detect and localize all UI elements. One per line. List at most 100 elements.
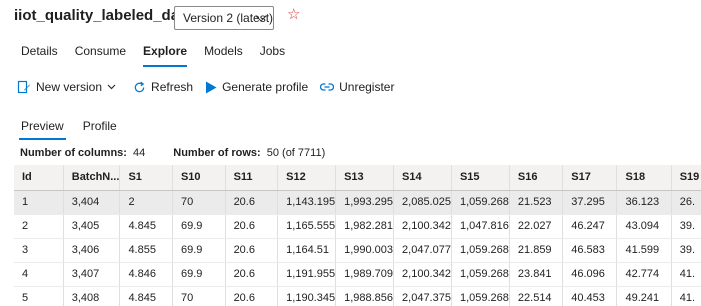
- table-cell: 4.855: [119, 238, 173, 263]
- table-cell: 1,191.955: [277, 262, 336, 287]
- unlink-icon: [320, 83, 335, 91]
- table-cell: 1,059.268: [450, 262, 510, 287]
- tab-details[interactable]: Details: [21, 44, 58, 64]
- tab-jobs[interactable]: Jobs: [260, 44, 285, 64]
- table-cell: 20.6: [224, 286, 278, 306]
- table-row[interactable]: 4 3,407 4.846 69.9 20.6 1,191.955 1,989.709 2,1…: [14, 262, 701, 287]
- new-version-button[interactable]: New version: [17, 80, 121, 94]
- generate-profile-label: Generate profile: [222, 80, 309, 94]
- table-cell: 1,164.51: [277, 238, 336, 263]
- row-count-label: Number of rows:: [173, 147, 261, 159]
- table-cell: 20.6: [224, 190, 278, 215]
- unregister-label: Unregister: [339, 80, 395, 94]
- column-header[interactable]: S15: [450, 165, 510, 191]
- unregister-button[interactable]: Unregister: [320, 80, 394, 94]
- generate-profile-button[interactable]: Generate profile: [205, 80, 308, 94]
- table-cell: 23.841: [508, 262, 563, 287]
- toolbar: New version Refresh Generate profile Unr…: [17, 80, 406, 94]
- table-row[interactable]: 2 3,405 4.845 69.9 20.6 1,165.555 1,982.281 2,1…: [14, 214, 701, 239]
- table-cell: 40.453: [562, 286, 617, 306]
- table-cell: 36.123: [616, 190, 672, 215]
- column-header[interactable]: S14: [393, 165, 452, 191]
- table-cell: 20.6: [224, 238, 278, 263]
- table-cell: 26.: [670, 190, 701, 215]
- table-header-row: Id BatchN... S1 S10 S11 S12 S13 S14 S15 S16 S17 S18…: [14, 165, 701, 191]
- table-cell: 2,047.077: [393, 238, 452, 263]
- column-header[interactable]: S18: [616, 165, 672, 191]
- star-icon[interactable]: ☆: [287, 6, 300, 24]
- table-cell: 3,404: [62, 190, 120, 215]
- table-cell: 1,059.268: [450, 238, 510, 263]
- table-cell: 3,405: [62, 214, 120, 239]
- table-cell: 4.846: [119, 262, 173, 287]
- table-cell: 1: [14, 190, 64, 215]
- table-cell: 1,190.345: [277, 286, 336, 306]
- table-cell: 41.: [670, 286, 701, 306]
- table-cell: 4.845: [119, 214, 173, 239]
- new-version-label: New version: [36, 80, 103, 94]
- dataset-explore-page: iiot_quality_labeled_data Version 2 (lat…: [0, 0, 701, 306]
- tab-preview[interactable]: Preview: [19, 119, 66, 140]
- table-cell: 3,407: [62, 262, 120, 287]
- table-cell: 1,143.195: [277, 190, 336, 215]
- tab-profile[interactable]: Profile: [83, 119, 117, 140]
- version-dropdown[interactable]: Version 2 (latest): [174, 6, 274, 30]
- table-cell: 2: [14, 214, 64, 239]
- table-row[interactable]: 3 3,406 4.855 69.9 20.6 1,164.51 1,990.003 2,04…: [14, 238, 701, 263]
- table-cell: 1,165.555: [277, 214, 336, 239]
- table-cell: 41.599: [616, 238, 672, 263]
- column-count-label: Number of columns:: [20, 147, 127, 159]
- table-cell: 1,990.003: [335, 238, 394, 263]
- refresh-icon: [134, 81, 145, 92]
- column-header[interactable]: S13: [335, 165, 394, 191]
- table-row[interactable]: 5 3,408 4.845 70 20.6 1,190.345 1,988.856 2,047…: [14, 286, 701, 306]
- table-cell: 1,988.856: [335, 286, 394, 306]
- edit-document-icon: [17, 80, 30, 94]
- table-row[interactable]: 1 3,404 2 70 20.6 1,143.195 1,993.295 2,085.025…: [14, 190, 701, 215]
- table-cell: 2,047.375: [393, 286, 452, 306]
- preview-table-container[interactable]: Id BatchN... S1 S10 S11 S12 S13 S14 S15 S16 S17 S18…: [14, 165, 701, 306]
- row-count: Number of rows: 50 (of 7711): [173, 147, 325, 159]
- table-cell: 22.514: [508, 286, 563, 306]
- table-cell: 43.094: [616, 214, 672, 239]
- column-header[interactable]: S10: [171, 165, 226, 191]
- dataset-counts: Number of columns: 44 Number of rows: 50…: [20, 147, 353, 159]
- main-tabs: Details Consume Explore Models Jobs: [21, 44, 302, 67]
- table-cell: 46.583: [562, 238, 617, 263]
- preview-table: Id BatchN... S1 S10 S11 S12 S13 S14 S15 S16 S17 S18…: [14, 165, 701, 306]
- refresh-button[interactable]: Refresh: [133, 80, 193, 94]
- table-cell: 2,085.025: [393, 190, 452, 215]
- table-cell: 2,100.342: [393, 214, 452, 239]
- table-cell: 5: [14, 286, 64, 306]
- chevron-down-icon: [107, 84, 116, 90]
- tab-consume[interactable]: Consume: [75, 44, 126, 64]
- column-header[interactable]: S11: [224, 165, 278, 191]
- column-header[interactable]: S19: [670, 165, 701, 191]
- dataset-title: iiot_quality_labeled_data: [14, 7, 193, 24]
- table-cell: 1,059.268: [450, 286, 510, 306]
- table-cell: 70: [171, 190, 226, 215]
- table-cell: 22.027: [508, 214, 563, 239]
- table-cell: 2,100.342: [393, 262, 452, 287]
- table-cell: 20.6: [224, 262, 278, 287]
- table-cell: 42.774: [616, 262, 672, 287]
- table-cell: 39.: [670, 214, 701, 239]
- table-cell: 21.523: [508, 190, 563, 215]
- column-header[interactable]: S16: [508, 165, 563, 191]
- table-cell: 3: [14, 238, 64, 263]
- tab-models[interactable]: Models: [204, 44, 243, 64]
- table-cell: 4.845: [119, 286, 173, 306]
- table-cell: 69.9: [171, 214, 226, 239]
- table-cell: 69.9: [171, 238, 226, 263]
- column-header[interactable]: BatchN...: [62, 165, 120, 191]
- column-header[interactable]: S17: [562, 165, 617, 191]
- column-header[interactable]: Id: [14, 165, 64, 191]
- table-cell: 39.: [670, 238, 701, 263]
- table-cell: 69.9: [171, 262, 226, 287]
- table-cell: 3,406: [62, 238, 120, 263]
- tab-explore[interactable]: Explore: [143, 44, 188, 67]
- table-cell: 1,993.295: [335, 190, 394, 215]
- column-header[interactable]: S12: [277, 165, 336, 191]
- row-count-value: 50 (of 7711): [266, 147, 326, 159]
- column-header[interactable]: S1: [119, 165, 173, 191]
